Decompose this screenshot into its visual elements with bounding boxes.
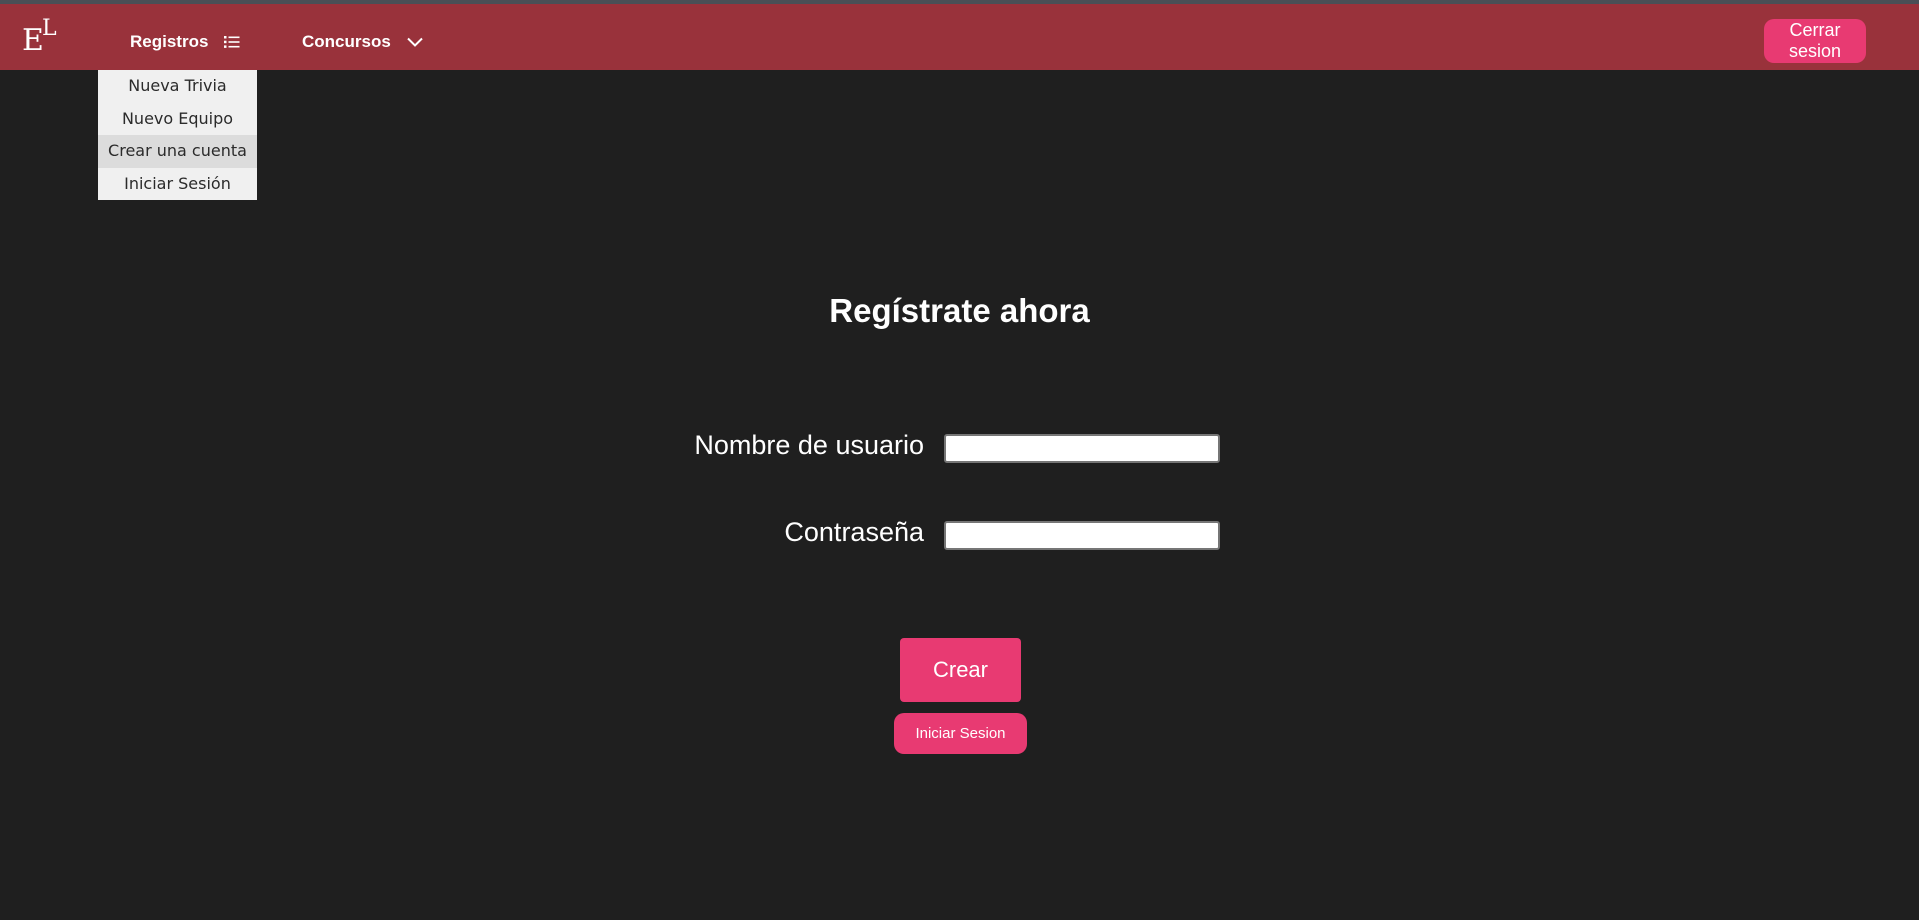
site-logo[interactable]: E L [22, 18, 68, 58]
dropdown-item-nueva-trivia[interactable]: Nueva Trivia [98, 70, 257, 103]
chevron-down-icon [407, 37, 423, 47]
dropdown-item-crear-cuenta[interactable]: Crear una cuenta [98, 135, 257, 168]
logout-button[interactable]: Cerrar sesion [1764, 19, 1866, 63]
create-account-button-label: Crear [932, 657, 988, 682]
logo-letter-l: L [42, 16, 57, 41]
create-account-button[interactable]: Crear [900, 638, 1021, 702]
username-input[interactable] [944, 434, 1220, 463]
nav-concursos-label: Concursos [302, 32, 391, 51]
dropdown-item-nuevo-equipo[interactable]: Nuevo Equipo [98, 103, 257, 136]
nav-registros-label: Registros [130, 32, 209, 51]
login-button-label: Iniciar Sesion [915, 725, 1006, 742]
dropdown-item-iniciar-sesion[interactable]: Iniciar Sesión [98, 168, 257, 201]
page-title: Regístrate ahora [829, 292, 1090, 329]
login-button[interactable]: Iniciar Sesion [894, 713, 1027, 754]
password-label: Contraseña [784, 517, 924, 547]
password-input[interactable] [944, 521, 1220, 550]
nav-concursos[interactable]: Concursos [302, 24, 423, 60]
nav-registros[interactable]: Registros [130, 24, 240, 60]
logo-letter-e: E [22, 23, 44, 58]
list-icon [224, 36, 240, 48]
logout-button-label: Cerrar sesion [1788, 20, 1842, 61]
username-label: Nombre de usuario [694, 430, 924, 460]
navbar: E L Registros Concursos Cerrar sesion [0, 4, 1919, 70]
registros-dropdown: Nueva Trivia Nuevo Equipo Crear una cuen… [98, 70, 257, 200]
